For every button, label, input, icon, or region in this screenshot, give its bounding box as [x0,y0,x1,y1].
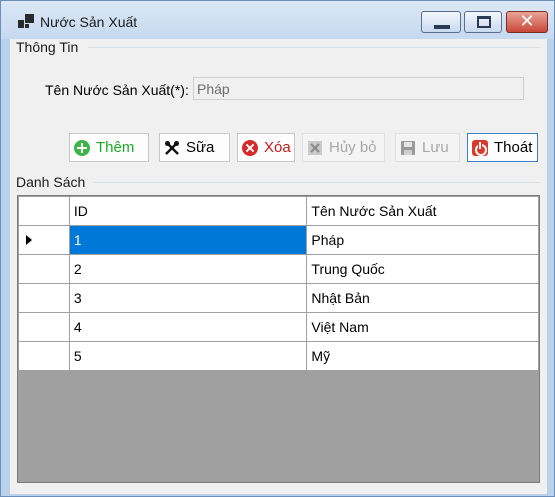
power-icon [472,139,488,156]
table-row[interactable]: 4 Việt Nam [18,312,539,342]
table-row[interactable]: 3 Nhật Bản [18,283,539,313]
window-title: Nước Sản Xuất [40,14,138,30]
cell-name[interactable]: Mỹ [306,341,539,371]
plus-circle-icon [74,139,90,156]
add-button-label: Thêm [96,139,135,156]
cell-id[interactable]: 4 [68,312,308,342]
delete-button-label: Xóa [264,139,291,156]
minimize-icon [434,25,450,29]
column-header-name[interactable]: Tên Nước Sản Xuất [306,196,539,226]
table-row[interactable]: 1 Pháp [18,225,539,255]
group-divider [94,182,540,183]
cell-name[interactable]: Pháp [306,225,539,255]
row-header[interactable] [18,341,70,371]
cell-name[interactable]: Trung Quốc [306,254,539,284]
cell-id[interactable]: 2 [68,254,308,284]
row-header-corner[interactable] [18,196,70,226]
title-bar[interactable]: Nước Sản Xuất ✕ [1,1,554,39]
client-area: Thông Tin Tên Nước Sản Xuất(*): Thêm Sữa… [10,39,547,494]
table-row[interactable]: 2 Trung Quốc [18,254,539,284]
cell-name[interactable]: Việt Nam [306,312,539,342]
cancel-icon [307,140,323,156]
current-row-arrow-icon [26,235,32,245]
cell-id[interactable]: 1 [68,225,308,255]
add-button[interactable]: Thêm [69,133,149,162]
row-header[interactable] [18,254,70,284]
app-window: Nước Sản Xuất ✕ Thông Tin Tên Nước Sản X… [0,0,555,497]
info-group-legend: Thông Tin [14,39,81,55]
data-grid[interactable]: ID Tên Nước Sản Xuất 1 Pháp 2 Trung Quốc [17,195,540,483]
grid-table: ID Tên Nước Sản Xuất 1 Pháp 2 Trung Quốc [18,196,539,371]
grid-header-row: ID Tên Nước Sản Xuất [18,196,539,226]
save-button-label: Lưu [422,139,449,156]
row-header[interactable] [18,225,70,255]
maximize-button[interactable] [464,11,502,33]
save-button[interactable]: Lưu [395,133,460,162]
exit-button[interactable]: Thoát [467,133,538,162]
cell-name[interactable]: Nhật Bản [306,283,539,313]
group-divider [88,47,540,48]
column-header-id[interactable]: ID [68,196,308,226]
tools-icon [164,140,180,156]
minimize-button[interactable] [421,11,461,33]
exit-button-label: Thoát [494,139,533,156]
delete-circle-icon [242,139,258,156]
delete-button[interactable]: Xóa [237,133,295,162]
cancel-button[interactable]: Hủy bỏ [302,133,385,162]
country-name-label: Tên Nước Sản Xuất(*): [45,82,189,98]
list-group-legend: Danh Sách [14,174,88,190]
maximize-icon [477,16,491,28]
row-header[interactable] [18,312,70,342]
cell-id[interactable]: 5 [68,341,308,371]
cell-id[interactable]: 3 [68,283,308,313]
close-icon: ✕ [519,11,535,31]
cancel-button-label: Hủy bỏ [329,139,377,156]
close-button[interactable]: ✕ [506,11,548,33]
save-icon [400,140,416,156]
country-name-input[interactable] [193,77,524,100]
edit-button[interactable]: Sữa [159,133,230,162]
table-row[interactable]: 5 Mỹ [18,341,539,371]
app-icon [18,14,34,28]
row-header[interactable] [18,283,70,313]
edit-button-label: Sữa [186,139,215,156]
